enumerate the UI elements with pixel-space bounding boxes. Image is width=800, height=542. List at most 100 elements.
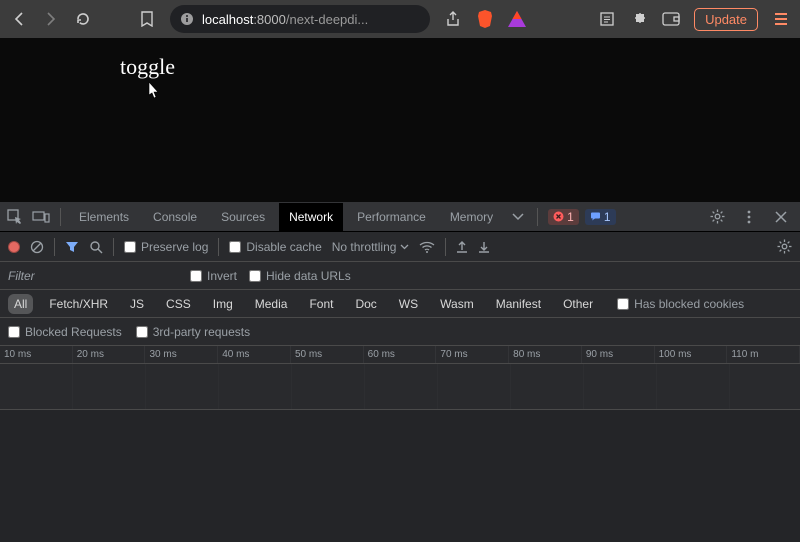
mouse-cursor-icon [146,80,162,100]
share-button[interactable] [444,10,462,28]
url-bar[interactable]: localhost:8000/next-deepdi... [170,5,430,33]
devtools-close-button[interactable] [770,206,792,228]
inspect-element-button[interactable] [4,206,26,228]
site-info-icon[interactable] [180,12,194,26]
nav-forward-button[interactable] [42,10,60,28]
disable-cache-checkbox[interactable]: Disable cache [229,240,321,254]
type-img[interactable]: Img [207,294,239,314]
hide-data-urls-label: Hide data URLs [266,269,351,283]
timeline-tick: 60 ms [364,346,437,363]
filter-toggle-button[interactable] [65,241,79,253]
devtools-settings-button[interactable] [706,206,728,228]
blocked-requests-checkbox[interactable]: Blocked Requests [8,325,122,339]
kebab-icon [747,210,751,224]
gear-icon [777,239,792,254]
record-button[interactable] [8,241,20,253]
extensions-button[interactable] [630,10,648,28]
has-blocked-cookies-label: Has blocked cookies [634,297,744,311]
network-timeline[interactable]: 10 ms 20 ms 30 ms 40 ms 50 ms 60 ms 70 m… [0,346,800,542]
throttling-label: No throttling [332,240,397,254]
brave-rewards-icon[interactable] [508,10,526,28]
timeline-tick: 10 ms [0,346,73,363]
type-font[interactable]: Font [303,294,339,314]
url-text: localhost:8000/next-deepdi... [202,12,368,27]
filter-input[interactable] [8,269,178,283]
timeline-tick: 90 ms [582,346,655,363]
type-css[interactable]: CSS [160,294,197,314]
tab-console[interactable]: Console [143,203,207,231]
upload-icon [456,240,468,254]
info-count: 1 [604,210,611,224]
throttling-select[interactable]: No throttling [332,240,410,254]
wallet-button[interactable] [662,10,680,28]
timeline-ruler: 10 ms 20 ms 30 ms 40 ms 50 ms 60 ms 70 m… [0,346,800,364]
chevron-down-icon [400,244,409,250]
preserve-log-checkbox[interactable]: Preserve log [124,240,208,254]
app-menu-button[interactable] [772,10,790,28]
type-other[interactable]: Other [557,294,599,314]
tab-performance[interactable]: Performance [347,203,436,231]
resource-type-filter: All Fetch/XHR JS CSS Img Media Font Doc … [0,290,800,318]
console-info-badge[interactable]: 1 [585,209,616,225]
network-settings-button[interactable] [777,239,792,254]
timeline-overview[interactable] [0,364,800,410]
network-filter-bar: Invert Hide data URLs [0,262,800,290]
clear-button[interactable] [30,240,44,254]
funnel-icon [65,241,79,253]
type-fetch-xhr[interactable]: Fetch/XHR [43,294,114,314]
blocked-requests-label: Blocked Requests [25,325,122,339]
type-wasm[interactable]: Wasm [434,294,480,314]
bookmark-button[interactable] [138,10,156,28]
gear-icon [710,209,725,224]
third-party-checkbox[interactable]: 3rd-party requests [136,325,250,339]
preserve-log-label: Preserve log [141,240,208,254]
download-icon [478,240,490,254]
devtools-tabstrip: Elements Console Sources Network Perform… [0,202,800,232]
invert-checkbox[interactable]: Invert [190,269,237,283]
toggle-link[interactable]: toggle [120,54,175,79]
timeline-tick: 110 m [727,346,800,363]
type-all[interactable]: All [8,294,33,314]
timeline-tick: 30 ms [145,346,218,363]
type-doc[interactable]: Doc [349,294,382,314]
device-mode-button[interactable] [30,206,52,228]
tab-memory[interactable]: Memory [440,203,503,231]
more-tabs-button[interactable] [507,206,529,228]
tab-network[interactable]: Network [279,203,343,231]
error-count: 1 [567,210,574,224]
import-har-button[interactable] [456,240,468,254]
has-blocked-cookies-checkbox[interactable]: Has blocked cookies [617,297,744,311]
browser-toolbar: localhost:8000/next-deepdi... Update [0,0,800,38]
network-conditions-button[interactable] [419,241,435,253]
reader-mode-button[interactable] [598,10,616,28]
timeline-tick: 20 ms [73,346,146,363]
timeline-tick: 100 ms [655,346,728,363]
type-js[interactable]: JS [124,294,150,314]
tab-elements[interactable]: Elements [69,203,139,231]
devtools-menu-button[interactable] [738,206,760,228]
update-button[interactable]: Update [694,8,758,31]
tab-sources[interactable]: Sources [211,203,275,231]
type-ws[interactable]: WS [393,294,424,314]
clear-icon [30,240,44,254]
search-button[interactable] [89,240,103,254]
request-table-empty [0,410,800,542]
timeline-tick: 50 ms [291,346,364,363]
timeline-tick: 70 ms [436,346,509,363]
search-icon [89,240,103,254]
export-har-button[interactable] [478,240,490,254]
page-viewport: toggle [0,38,800,202]
brave-shields-icon[interactable] [476,10,494,28]
timeline-tick: 40 ms [218,346,291,363]
devtools-panel: Elements Console Sources Network Perform… [0,202,800,542]
wifi-icon [419,241,435,253]
timeline-tick: 80 ms [509,346,582,363]
disable-cache-label: Disable cache [246,240,321,254]
console-error-badge[interactable]: 1 [548,209,579,225]
reload-button[interactable] [74,10,92,28]
type-media[interactable]: Media [249,294,294,314]
type-manifest[interactable]: Manifest [490,294,547,314]
hide-data-urls-checkbox[interactable]: Hide data URLs [249,269,351,283]
message-icon [590,211,601,222]
nav-back-button[interactable] [10,10,28,28]
